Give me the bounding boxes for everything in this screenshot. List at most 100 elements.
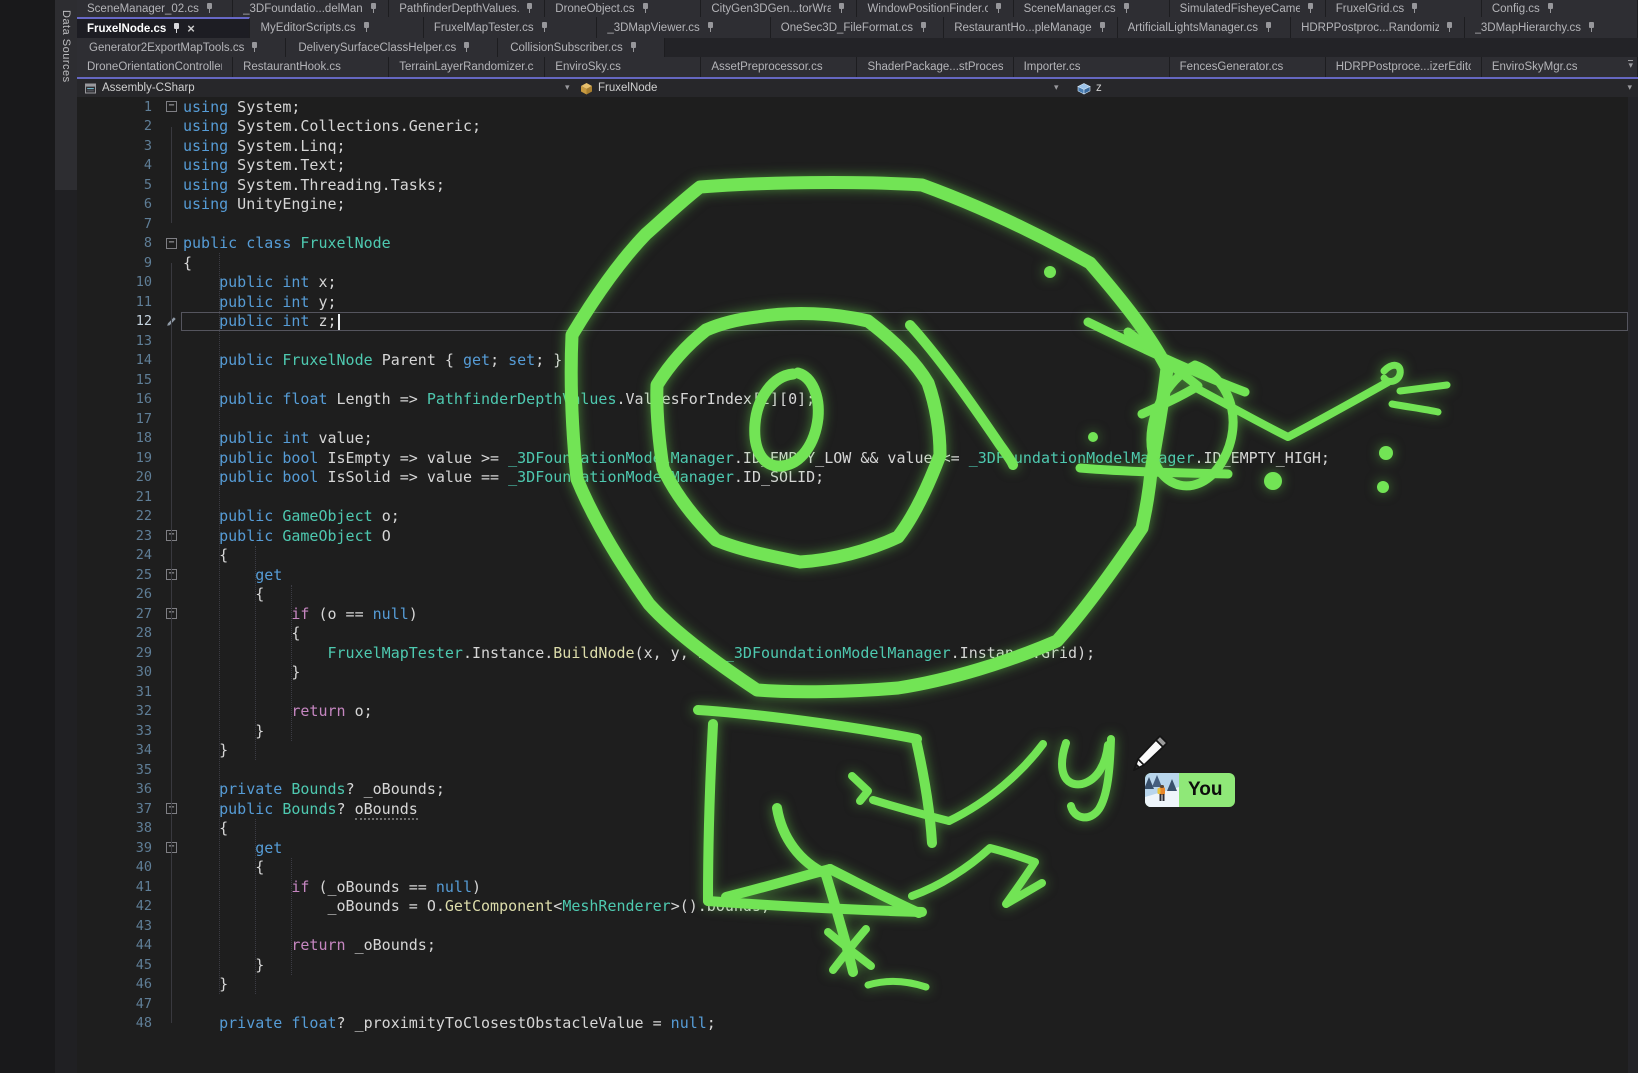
code-line-30[interactable]: 30 } [77, 663, 1638, 683]
tab-OneSec3D_FileFormat.cs[interactable]: OneSec3D_FileFormat.cs [771, 17, 944, 38]
code-line-34[interactable]: 34 } [77, 741, 1638, 761]
pin-icon[interactable] [540, 22, 549, 33]
chevron-down-icon[interactable]: ▾ [565, 82, 570, 93]
code-line-31[interactable]: 31 [77, 682, 1638, 702]
code-line-8[interactable]: 8−public class FruxelNode [77, 234, 1638, 254]
tab-CityGen3DGen...torWrapper.cs[interactable]: CityGen3DGen...torWrapper.cs [701, 0, 857, 17]
code-line-2[interactable]: 2using System.Collections.Generic; [77, 117, 1638, 137]
code-line-1[interactable]: 1−using System; [77, 97, 1638, 117]
code-line-39[interactable]: 39− get [77, 838, 1638, 858]
tab-_3DMapViewer.cs[interactable]: _3DMapViewer.cs [597, 17, 770, 38]
tab-FruxelMapTester.cs[interactable]: FruxelMapTester.cs [424, 17, 597, 38]
pin-icon[interactable] [205, 3, 214, 14]
tool-window-tab-data-sources[interactable]: Data Sources [55, 0, 77, 190]
code-line-40[interactable]: 40 { [77, 858, 1638, 878]
close-icon[interactable]: × [187, 22, 195, 35]
pin-icon[interactable] [1410, 3, 1419, 14]
tab-overflow-button[interactable]: ▾ [1628, 60, 1633, 71]
tab-EnviroSky.cs[interactable]: EnviroSky.cs [545, 57, 701, 77]
pin-icon[interactable] [369, 3, 378, 14]
tab-Generator2ExportMapTools.cs[interactable]: Generator2ExportMapTools.cs [77, 38, 286, 57]
type-dropdown[interactable]: FruxelNode [580, 79, 657, 97]
pin-icon[interactable] [172, 23, 181, 34]
code-editor[interactable]: 1−using System;2using System.Collections… [77, 97, 1638, 1073]
pin-icon[interactable] [919, 22, 928, 33]
code-line-19[interactable]: 19 public bool IsEmpty => value >= _3DFo… [77, 448, 1638, 468]
code-line-17[interactable]: 17 [77, 409, 1638, 429]
member-dropdown[interactable]: z [1077, 79, 1102, 97]
tab-HDRPPostproce...izerEditor.cs[interactable]: HDRPPostproce...izerEditor.cs [1326, 57, 1482, 77]
code-line-45[interactable]: 45 } [77, 955, 1638, 975]
code-line-14[interactable]: 14 public FruxelNode Parent { get; set; … [77, 351, 1638, 371]
tab-ShaderPackage...stProcessor.cs[interactable]: ShaderPackage...stProcessor.cs [857, 57, 1013, 77]
code-line-27[interactable]: 27− if (o == null) [77, 604, 1638, 624]
code-line-23[interactable]: 23− public GameObject O [77, 526, 1638, 546]
code-line-3[interactable]: 3using System.Linq; [77, 136, 1638, 156]
pin-icon[interactable] [1306, 3, 1315, 14]
tab-AssetPreprocessor.cs[interactable]: AssetPreprocessor.cs [701, 57, 857, 77]
code-line-28[interactable]: 28 { [77, 624, 1638, 644]
vertical-scrollbar[interactable] [1628, 97, 1638, 1073]
chevron-down-icon[interactable]: ▾ [1627, 82, 1632, 93]
tab-TerrainLayerRandomizer.cs[interactable]: TerrainLayerRandomizer.cs [389, 57, 545, 77]
code-line-46[interactable]: 46 } [77, 975, 1638, 995]
code-line-29[interactable]: 29 FruxelMapTester.Instance.BuildNode(x,… [77, 643, 1638, 663]
tab-HDRPPostproc...Randomizer.cs[interactable]: HDRPPostproc...Randomizer.cs [1291, 17, 1464, 38]
tab-SceneManager_02.cs[interactable]: SceneManager_02.cs [77, 0, 233, 17]
code-line-42[interactable]: 42 _oBounds = O.GetComponent<MeshRendere… [77, 897, 1638, 917]
code-line-22[interactable]: 22 public GameObject o; [77, 507, 1638, 527]
tab-SceneManager.cs[interactable]: SceneManager.cs [1014, 0, 1170, 17]
code-line-12[interactable]: 12 public int z; [77, 312, 1638, 332]
code-line-7[interactable]: 7 [77, 214, 1638, 234]
code-line-4[interactable]: 4using System.Text; [77, 156, 1638, 176]
pin-icon[interactable] [1546, 3, 1555, 14]
fold-collapse-icon[interactable]: − [166, 803, 177, 814]
code-line-25[interactable]: 25− get [77, 565, 1638, 585]
tab-RestaurantHook.cs[interactable]: RestaurantHook.cs [233, 57, 389, 77]
pin-icon[interactable] [362, 22, 371, 33]
code-line-11[interactable]: 11 public int y; [77, 292, 1638, 312]
tab-DroneOrientationController.cs[interactable]: DroneOrientationController.cs [77, 57, 233, 77]
pin-icon[interactable] [837, 3, 846, 14]
tab-Importer.cs[interactable]: Importer.cs [1014, 57, 1170, 77]
tab-DeliverySurfaceClassHelper.cs[interactable]: DeliverySurfaceClassHelper.cs [286, 38, 498, 57]
code-line-38[interactable]: 38 { [77, 819, 1638, 839]
code-line-16[interactable]: 16 public float Length => PathfinderDept… [77, 390, 1638, 410]
fold-collapse-icon[interactable]: − [166, 842, 177, 853]
fold-collapse-icon[interactable]: − [166, 238, 177, 249]
code-line-43[interactable]: 43 [77, 916, 1638, 936]
tab-Config.cs[interactable]: Config.cs [1482, 0, 1638, 17]
tab-MyEditorScripts.cs[interactable]: MyEditorScripts.cs [250, 17, 423, 38]
tab-FruxelGrid.cs[interactable]: FruxelGrid.cs [1326, 0, 1482, 17]
tab-WindowPositionFinder.cs[interactable]: WindowPositionFinder.cs [857, 0, 1013, 17]
tab-ArtificialLightsManager.cs[interactable]: ArtificialLightsManager.cs [1118, 17, 1291, 38]
code-line-26[interactable]: 26 { [77, 585, 1638, 605]
tab-DroneObject.cs[interactable]: DroneObject.cs [545, 0, 701, 17]
code-line-21[interactable]: 21 [77, 487, 1638, 507]
pin-icon[interactable] [250, 42, 259, 53]
code-line-15[interactable]: 15 [77, 370, 1638, 390]
pin-icon[interactable] [629, 42, 638, 53]
tab-_3DMapHierarchy.cs[interactable]: _3DMapHierarchy.cs [1465, 17, 1638, 38]
pin-icon[interactable] [641, 3, 650, 14]
code-line-47[interactable]: 47 [77, 994, 1638, 1014]
tab-RestaurantHo...pleManager.cs[interactable]: RestaurantHo...pleManager.cs [944, 17, 1117, 38]
fold-collapse-icon[interactable]: − [166, 569, 177, 580]
pin-icon[interactable] [1122, 3, 1131, 14]
code-line-5[interactable]: 5using System.Threading.Tasks; [77, 175, 1638, 195]
code-line-13[interactable]: 13 [77, 331, 1638, 351]
tab-_3DFoundatio...delManager.cs[interactable]: _3DFoundatio...delManager.cs [233, 0, 389, 17]
pin-icon[interactable] [994, 3, 1003, 14]
tab-SimulatedFisheyeCamera.cs[interactable]: SimulatedFisheyeCamera.cs [1170, 0, 1326, 17]
code-line-10[interactable]: 10 public int x; [77, 273, 1638, 293]
fold-collapse-icon[interactable]: − [166, 530, 177, 541]
project-dropdown[interactable]: Assembly-CSharp [84, 79, 195, 97]
pin-icon[interactable] [1264, 22, 1273, 33]
chevron-down-icon[interactable]: ▾ [1054, 82, 1059, 93]
pin-icon[interactable] [1445, 22, 1454, 33]
code-line-35[interactable]: 35 [77, 760, 1638, 780]
code-line-36[interactable]: 36 private Bounds? _oBounds; [77, 780, 1638, 800]
code-line-41[interactable]: 41 if (_oBounds == null) [77, 877, 1638, 897]
pin-icon[interactable] [1587, 22, 1596, 33]
code-line-33[interactable]: 33 } [77, 721, 1638, 741]
